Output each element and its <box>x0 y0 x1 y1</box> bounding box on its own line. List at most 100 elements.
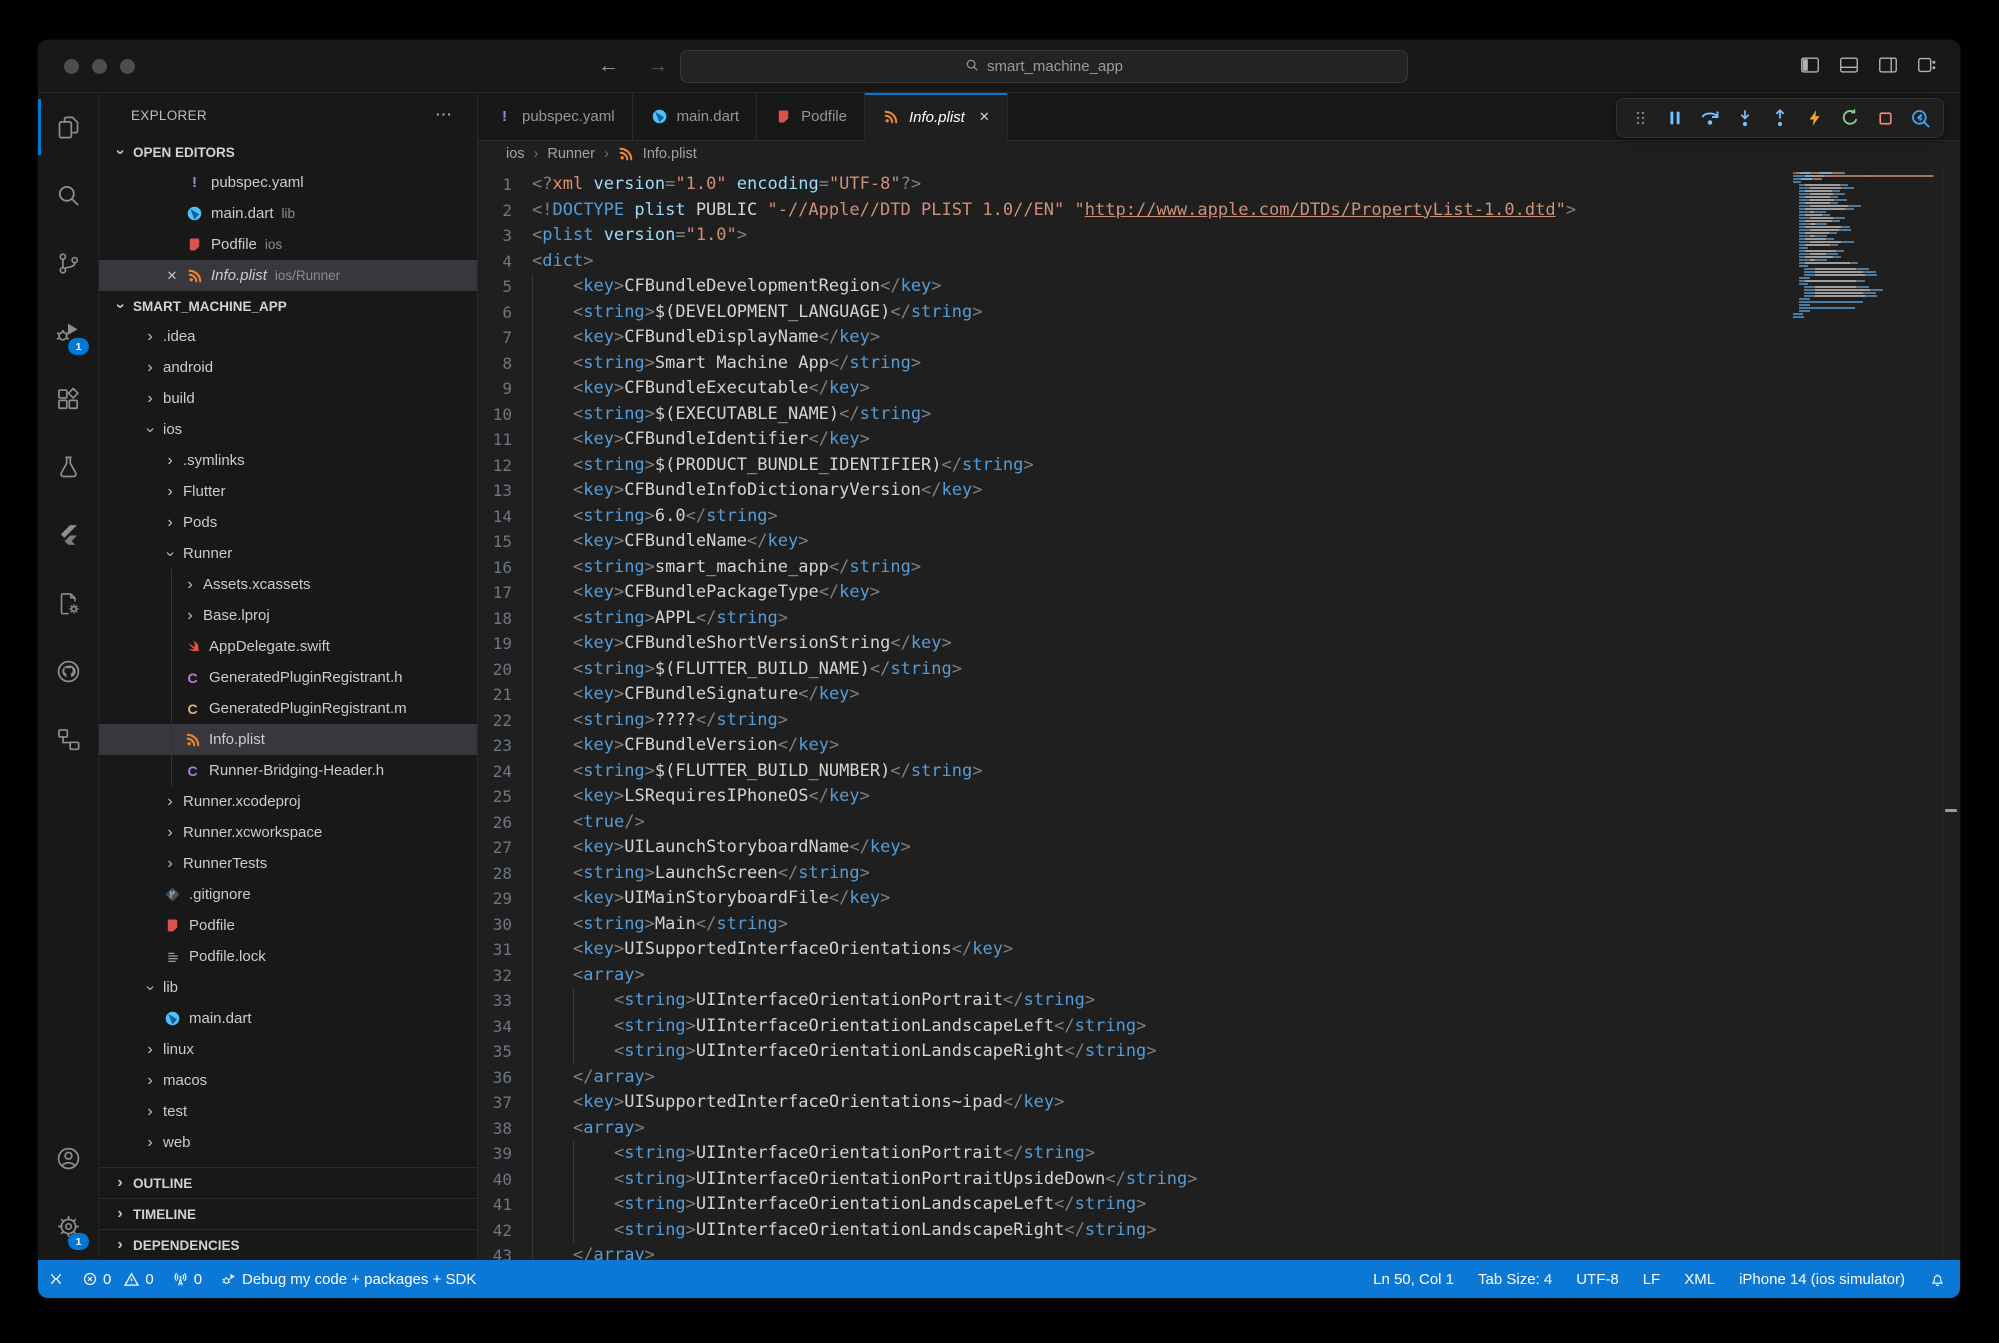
code-line[interactable]: 20<string>$(FLUTTER_BUILD_NAME)</string> <box>478 657 1793 683</box>
close-icon[interactable]: ✕ <box>979 109 990 125</box>
tree-item[interactable]: ›build <box>99 383 477 414</box>
open-editor-item[interactable]: main.dartlib <box>99 198 477 229</box>
tree-item[interactable]: ›ios <box>99 414 477 445</box>
tree-item[interactable]: ›android <box>99 352 477 383</box>
code-line[interactable]: 5<key>CFBundleDevelopmentRegion</key> <box>478 274 1793 300</box>
code-editor[interactable]: 1<?xml version="1.0" encoding="UTF-8"?> 2… <box>478 167 1793 1260</box>
activity-settings-button[interactable]: 1 <box>38 1192 98 1260</box>
line-number[interactable]: 41 <box>478 1192 512 1218</box>
line-number[interactable]: 22 <box>478 708 512 734</box>
code-line[interactable]: 11<key>CFBundleIdentifier</key> <box>478 427 1793 453</box>
zoom-window-button[interactable] <box>120 59 135 74</box>
line-number[interactable]: 26 <box>478 810 512 836</box>
code-line[interactable]: 21<key>CFBundleSignature</key> <box>478 682 1793 708</box>
line-number[interactable]: 17 <box>478 580 512 606</box>
tree-item[interactable]: ›linux <box>99 1034 477 1065</box>
line-number[interactable]: 35 <box>478 1039 512 1065</box>
line-number[interactable]: 34 <box>478 1014 512 1040</box>
line-number[interactable]: 33 <box>478 988 512 1014</box>
code-line[interactable]: 34<string>UIInterfaceOrientationLandscap… <box>478 1014 1793 1040</box>
more-actions-icon[interactable]: ⋯ <box>435 105 453 125</box>
line-number[interactable]: 37 <box>478 1090 512 1116</box>
tree-item[interactable]: CGeneratedPluginRegistrant.h <box>99 662 477 693</box>
activity-testing-button[interactable] <box>38 433 98 501</box>
line-number[interactable]: 3 <box>478 223 512 249</box>
tree-item[interactable]: .gitignore <box>99 879 477 910</box>
tree-item[interactable]: ›lib <box>99 972 477 1003</box>
close-window-button[interactable] <box>64 59 79 74</box>
activity-flutter-button[interactable] <box>38 501 98 569</box>
line-number[interactable]: 13 <box>478 478 512 504</box>
line-number[interactable]: 21 <box>478 682 512 708</box>
activity-project-tools-button[interactable] <box>38 569 98 637</box>
code-line[interactable]: 6<string>$(DEVELOPMENT_LANGUAGE)</string… <box>478 300 1793 326</box>
line-number[interactable]: 6 <box>478 300 512 326</box>
code-line[interactable]: 10<string>$(EXECUTABLE_NAME)</string> <box>478 402 1793 428</box>
dependencies-section-header[interactable]: › DEPENDENCIES <box>99 1229 477 1260</box>
code-line[interactable]: 19<key>CFBundleShortVersionString</key> <box>478 631 1793 657</box>
line-number[interactable]: 43 <box>478 1243 512 1260</box>
hot-reload-button[interactable] <box>1802 107 1828 129</box>
code-line[interactable]: 33<string>UIInterfaceOrientationPortrait… <box>478 988 1793 1014</box>
code-line[interactable]: 36</array> <box>478 1065 1793 1091</box>
line-number[interactable]: 7 <box>478 325 512 351</box>
problems-indicator[interactable]: 0 0 <box>82 1271 154 1288</box>
tree-item[interactable]: ›Flutter <box>99 476 477 507</box>
status-item[interactable]: Tab Size: 4 <box>1478 1271 1552 1288</box>
activity-extensions-button[interactable] <box>38 365 98 433</box>
code-line[interactable]: 8<string>Smart Machine App</string> <box>478 351 1793 377</box>
line-number[interactable]: 31 <box>478 937 512 963</box>
drag-handle-button[interactable] <box>1627 108 1653 128</box>
code-line[interactable]: 1<?xml version="1.0" encoding="UTF-8"?> <box>478 172 1793 198</box>
line-number[interactable]: 30 <box>478 912 512 938</box>
line-number[interactable]: 5 <box>478 274 512 300</box>
minimap[interactable] <box>1793 172 1943 319</box>
status-item[interactable]: UTF-8 <box>1576 1271 1619 1288</box>
tree-item[interactable]: ›Runner <box>99 538 477 569</box>
line-number[interactable]: 12 <box>478 453 512 479</box>
code-line[interactable]: 25<key>LSRequiresIPhoneOS</key> <box>478 784 1793 810</box>
tree-item[interactable]: Podfile.lock <box>99 941 477 972</box>
widget-inspector-button[interactable] <box>1907 107 1933 130</box>
code-line[interactable]: 29<key>UIMainStoryboardFile</key> <box>478 886 1793 912</box>
line-number[interactable]: 16 <box>478 555 512 581</box>
line-number[interactable]: 23 <box>478 733 512 759</box>
close-icon[interactable]: ✕ <box>159 268 185 284</box>
code-line[interactable]: 32<array> <box>478 963 1793 989</box>
open-editor-item[interactable]: Podfileios <box>99 229 477 260</box>
step-over-button[interactable] <box>1697 106 1723 130</box>
code-line[interactable]: 4<dict> <box>478 249 1793 275</box>
line-number[interactable]: 14 <box>478 504 512 530</box>
tab-info-plist[interactable]: Info.plist✕ <box>865 93 1008 141</box>
step-out-button[interactable] <box>1767 107 1793 129</box>
line-number[interactable]: 32 <box>478 963 512 989</box>
code-line[interactable]: 26<true/> <box>478 810 1793 836</box>
tree-item[interactable]: ›RunnerTests <box>99 848 477 879</box>
code-line[interactable]: 7<key>CFBundleDisplayName</key> <box>478 325 1793 351</box>
line-number[interactable]: 40 <box>478 1167 512 1193</box>
tab-podfile[interactable]: Podfile <box>757 93 865 141</box>
back-icon[interactable]: ← <box>598 54 619 78</box>
debug-status[interactable]: Debug my code + packages + SDK <box>220 1271 476 1288</box>
project-section-header[interactable]: › SMART_MACHINE_APP <box>99 291 477 321</box>
tree-item[interactable]: ›.idea <box>99 321 477 352</box>
breadcrumb-item[interactable]: Runner <box>547 146 595 162</box>
line-number[interactable]: 29 <box>478 886 512 912</box>
line-number[interactable]: 15 <box>478 529 512 555</box>
tree-item[interactable]: main.dart <box>99 1003 477 1034</box>
toggle-panel-icon[interactable] <box>1838 54 1860 76</box>
code-line[interactable]: 14<string>6.0</string> <box>478 504 1793 530</box>
line-number[interactable]: 18 <box>478 606 512 632</box>
line-number[interactable]: 42 <box>478 1218 512 1244</box>
code-line[interactable]: 27<key>UILaunchStoryboardName</key> <box>478 835 1793 861</box>
tree-item[interactable]: ›Pods <box>99 507 477 538</box>
customize-layout-icon[interactable] <box>1916 54 1938 76</box>
code-line[interactable]: 22<string>????</string> <box>478 708 1793 734</box>
line-number[interactable]: 9 <box>478 376 512 402</box>
code-line[interactable]: 17<key>CFBundlePackageType</key> <box>478 580 1793 606</box>
activity-account-button[interactable] <box>38 1124 98 1192</box>
code-line[interactable]: 42<string>UIInterfaceOrientationLandscap… <box>478 1218 1793 1244</box>
tree-item[interactable]: Podfile <box>99 910 477 941</box>
open-editors-section-header[interactable]: › OPEN EDITORS <box>99 137 477 167</box>
status-item[interactable]: XML <box>1684 1271 1715 1288</box>
